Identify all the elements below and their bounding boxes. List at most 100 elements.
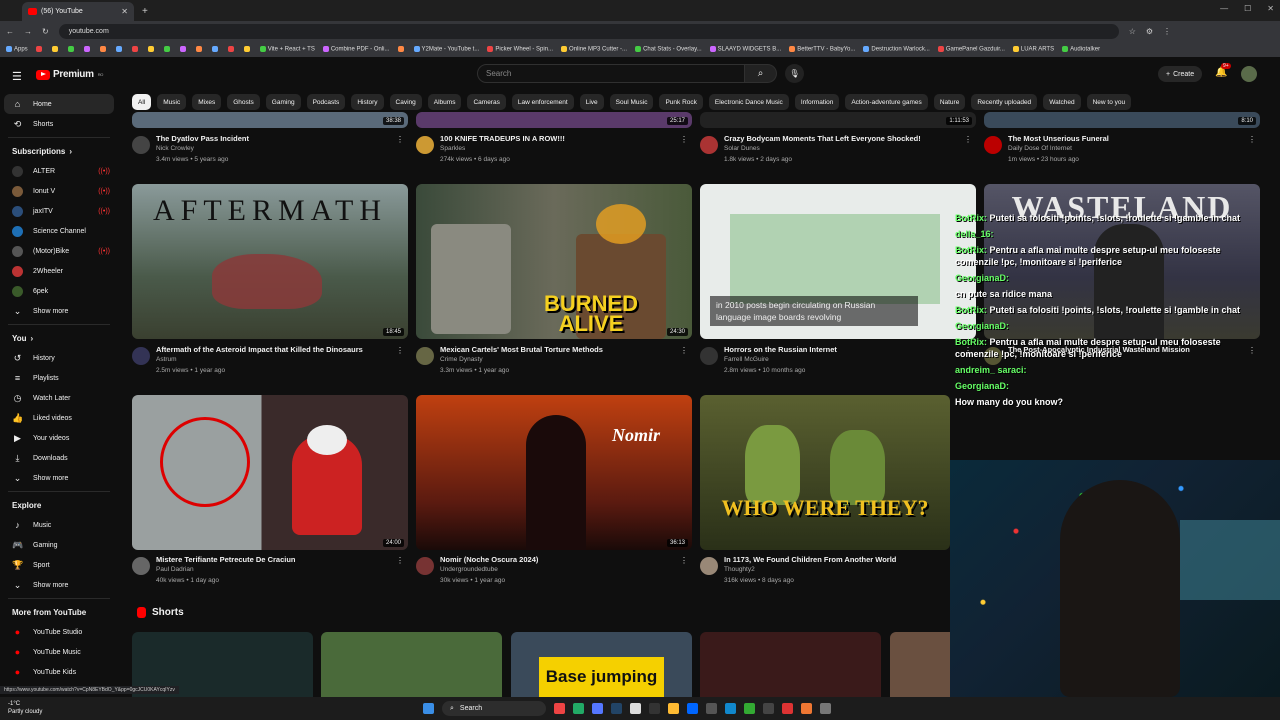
bookmark-item[interactable] [227, 46, 236, 53]
bookmark-item[interactable]: Vite + React + TS [259, 46, 315, 53]
weather-widget[interactable]: -1°C Partly cloudy [8, 700, 42, 716]
channel-avatar[interactable] [132, 347, 150, 365]
more-options-icon[interactable]: ⋮ [964, 135, 972, 144]
channel-avatar[interactable] [700, 557, 718, 575]
forward-icon[interactable]: → [24, 27, 32, 36]
app-icon[interactable] [820, 703, 831, 714]
chip-law-enforcement[interactable]: Law enforcement [511, 94, 574, 110]
more-options-icon[interactable]: ⋮ [1248, 135, 1256, 144]
video-title[interactable]: The Dyatlov Pass Incident [156, 134, 249, 143]
maximize-icon[interactable]: ☐ [1244, 4, 1251, 13]
bookmark-item[interactable]: Y2Mate - YouTube t... [413, 46, 479, 53]
reload-icon[interactable]: ↻ [42, 27, 49, 36]
sidebar-item-home[interactable]: ⌂ Home [4, 94, 114, 114]
app-icon[interactable] [573, 703, 584, 714]
bookmark-item[interactable] [147, 46, 156, 53]
channel-name[interactable]: Paul Dadrian [156, 566, 194, 573]
channel-name[interactable]: Solar Dunes [724, 145, 760, 152]
video-thumbnail[interactable]: 25:17 [416, 112, 692, 128]
browser-tab[interactable]: (56) YouTube ✕ [22, 2, 134, 21]
youtube-logo[interactable]: Premium RO [36, 69, 103, 80]
video-title[interactable]: Mexican Cartels' Most Brutal Torture Met… [440, 345, 603, 354]
sidebar-item-subscription[interactable]: (Motor)Bike ((•)) [0, 241, 118, 261]
video-thumbnail[interactable]: BURNED ALIVE 24:30 [416, 184, 692, 339]
video-title[interactable]: The Most Unserious Funeral [1008, 134, 1109, 143]
address-bar[interactable]: youtube.com [58, 24, 1119, 39]
chip-live[interactable]: Live [579, 94, 604, 110]
bookmark-item[interactable] [99, 46, 108, 53]
channel-avatar[interactable] [416, 136, 434, 154]
more-options-icon[interactable]: ⋮ [396, 346, 404, 355]
channel-name[interactable]: Astrum [156, 356, 177, 363]
bookmark-item[interactable]: Chat Stats - Overlay... [635, 46, 702, 53]
sidebar-item-your-videos[interactable]: ▶ Your videos [0, 428, 118, 448]
bookmark-item[interactable]: SLAAYD WIDGETS B... [709, 46, 781, 53]
sidebar-item-liked-videos[interactable]: 👍 Liked videos [0, 408, 118, 428]
chip-podcasts[interactable]: Podcasts [306, 94, 346, 110]
video-title[interactable]: Mistere Terifiante Petrecute De Craciun [156, 555, 296, 564]
bookmark-star-icon[interactable]: ☆ [1129, 27, 1136, 36]
chip-electronic-dance-music[interactable]: Electronic Dance Music [708, 94, 789, 110]
video-thumbnail[interactable]: 8:10 [984, 112, 1260, 128]
app-icon[interactable] [687, 703, 698, 714]
channel-avatar[interactable] [416, 347, 434, 365]
video-thumbnail[interactable]: 24:00 [132, 395, 408, 550]
more-options-icon[interactable]: ⋮ [680, 135, 688, 144]
search-button[interactable]: ⌕ [745, 64, 777, 83]
brave-icon[interactable] [782, 703, 793, 714]
xbox-icon[interactable] [744, 703, 755, 714]
channel-avatar[interactable] [700, 136, 718, 154]
short-thumbnail[interactable] [700, 632, 881, 697]
bookmark-item[interactable] [397, 46, 406, 53]
chip-gaming[interactable]: Gaming [265, 94, 301, 110]
video-title[interactable]: Horrors on the Russian Internet [724, 345, 837, 354]
bookmark-item[interactable] [51, 46, 60, 53]
bookmark-item[interactable] [115, 46, 124, 53]
sidebar-item-playlists[interactable]: ≡ Playlists [0, 368, 118, 388]
video-title[interactable]: Nomir (Noche Oscura 2024) [440, 555, 538, 564]
channel-avatar[interactable] [132, 136, 150, 154]
bookmark-item[interactable] [195, 46, 204, 53]
channel-avatar[interactable] [416, 557, 434, 575]
video-thumbnail[interactable]: 1:11:53 [700, 112, 976, 128]
video-title[interactable]: Crazy Bodycam Moments That Left Everyone… [724, 134, 921, 143]
app-icon[interactable] [630, 703, 641, 714]
chip-watched[interactable]: Watched [1043, 94, 1081, 110]
app-icon[interactable] [649, 703, 660, 714]
sidebar-item-sport[interactable]: 🏆 Sport [0, 555, 118, 575]
more-options-icon[interactable]: ⋮ [396, 556, 404, 565]
notifications-bell-icon[interactable]: 🔔 9+ [1215, 63, 1231, 78]
video-thumbnail[interactable]: in 2010 posts begin circulating on Russi… [700, 184, 976, 339]
sidebar-item-subscription[interactable]: 2Wheeler [0, 261, 118, 281]
chip-soul-music[interactable]: Soul Music [609, 94, 654, 110]
bookmark-item[interactable]: LUAR ARTS [1012, 46, 1054, 53]
sidebar-item-gaming[interactable]: 🎮 Gaming [0, 535, 118, 555]
menu-hamburger-icon[interactable]: ☰ [12, 70, 22, 83]
voice-search-icon[interactable]: 🎙 [785, 64, 804, 83]
sidebar-item-subscription[interactable]: Science Channel [0, 221, 118, 241]
bookmark-item[interactable]: Apps [6, 46, 28, 53]
bookmark-item[interactable] [243, 46, 252, 53]
more-options-icon[interactable]: ⋮ [680, 346, 688, 355]
file-explorer-icon[interactable] [668, 703, 679, 714]
bookmark-item[interactable]: Picker Wheel - Spin... [487, 46, 553, 53]
chip-new-to-you[interactable]: New to you [1086, 94, 1132, 110]
bookmark-item[interactable] [35, 46, 44, 53]
app-icon[interactable] [763, 703, 774, 714]
sidebar-item-subscription[interactable]: jaxITV ((•)) [0, 201, 118, 221]
video-thumbnail[interactable]: AFTERMATH 18:45 [132, 184, 408, 339]
chip-information[interactable]: Information [794, 94, 840, 110]
bookmark-item[interactable]: Destruction Warlock... [863, 46, 930, 53]
bookmark-item[interactable]: Combine PDF - Onli... [322, 46, 390, 53]
sidebar-item-music[interactable]: ♪ Music [0, 515, 118, 535]
subscriptions-heading[interactable]: Subscriptions › [0, 141, 118, 161]
app-icon[interactable] [706, 703, 717, 714]
sidebar-item-shorts[interactable]: ⟲ Shorts [0, 114, 118, 134]
channel-name[interactable]: Nick Crowley [156, 145, 194, 152]
video-title[interactable]: In 1173, We Found Children From Another … [724, 555, 896, 564]
chip-cameras[interactable]: Cameras [467, 94, 506, 110]
bookmark-item[interactable] [163, 46, 172, 53]
windows-start-icon[interactable] [423, 703, 434, 714]
channel-name[interactable]: Undergroundedtube [440, 566, 498, 573]
search-input[interactable]: Search [477, 64, 745, 83]
